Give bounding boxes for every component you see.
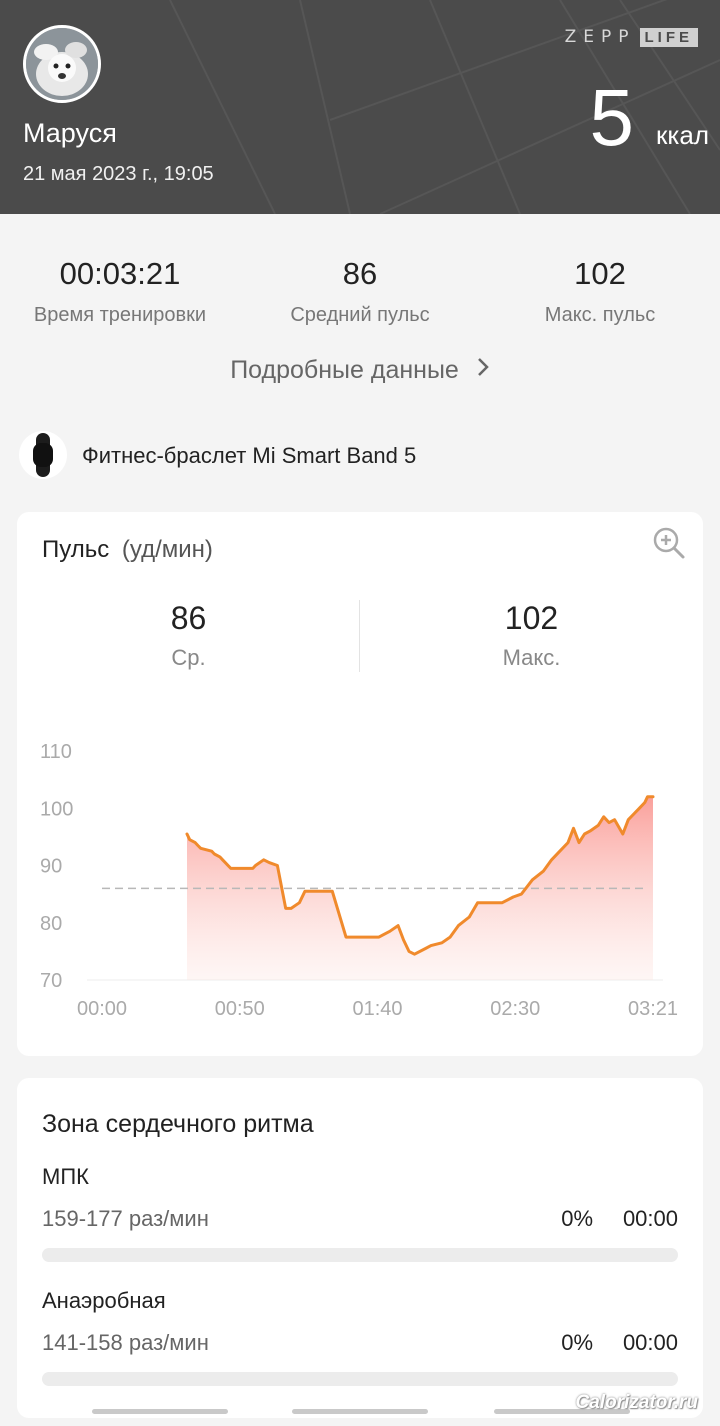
heart-zones-card: Зона сердечного ритма МПК 159-177 раз/ми… — [17, 1078, 703, 1418]
zone-bar — [42, 1248, 678, 1262]
calories-value: 5 — [589, 73, 635, 162]
chevron-right-icon — [476, 356, 490, 385]
y-tick-label: 110 — [40, 741, 72, 763]
x-tick-label: 00:50 — [215, 998, 265, 1020]
zone-percent: 0% — [561, 1206, 593, 1231]
y-tick-label: 100 — [40, 798, 73, 820]
calories-unit: ккал — [656, 120, 709, 150]
zone-bar — [42, 1372, 678, 1386]
nav-indicator-1 — [92, 1409, 228, 1414]
details-link[interactable]: Подробные данные — [0, 356, 720, 385]
watermark: Calorizator.ru — [575, 1392, 698, 1413]
zone-vo2max[interactable]: МПК 159-177 раз/мин 0% 00:00 — [42, 1164, 678, 1262]
workout-header: Маруся 21 мая 2023 г., 19:05 ZEPP LIFE 5… — [0, 0, 720, 214]
y-tick-label: 70 — [40, 970, 62, 992]
nav-indicator-2 — [292, 1409, 428, 1414]
stat-duration-value: 00:03:21 — [59, 256, 181, 291]
zone-time: 00:00 — [622, 1206, 678, 1231]
stat-avg-hr-value: 86 — [342, 256, 378, 291]
stat-max-hr-value: 102 — [574, 256, 626, 291]
dog-avatar-icon — [26, 28, 98, 100]
x-tick-label: 00:00 — [77, 998, 127, 1020]
x-tick-label: 01:40 — [352, 998, 402, 1020]
band-icon — [19, 431, 67, 479]
zones-title: Зона сердечного ритма — [42, 1110, 314, 1138]
stat-duration: 00:03:21 Время тренировки — [0, 256, 240, 327]
x-tick-label: 03:21 — [628, 998, 678, 1020]
user-name: Маруся — [23, 118, 117, 148]
stat-max-hr: 102 Макс. пульс — [480, 256, 720, 327]
device-name: Фитнес-браслет Mi Smart Band 5 — [82, 443, 417, 468]
brand-left: ZEPP — [564, 27, 636, 47]
details-link-label: Подробные данные — [230, 356, 459, 384]
avatar[interactable] — [23, 25, 101, 103]
y-tick-label: 90 — [40, 856, 62, 878]
workout-date: 21 мая 2023 г., 19:05 — [23, 163, 214, 185]
x-tick-label: 02:30 — [490, 998, 540, 1020]
zone-name: МПК — [42, 1164, 89, 1189]
y-tick-label: 80 — [40, 913, 62, 935]
heart-rate-chart[interactable]: 110 100 90 80 70 00:00 00:50 01:40 02:30 03:21 — [17, 512, 703, 1056]
zone-anaerobic[interactable]: Анаэробная 141-158 раз/мин 0% 00:00 — [42, 1288, 678, 1386]
zone-time: 00:00 — [622, 1330, 678, 1355]
stat-duration-label: Время тренировки — [33, 304, 207, 326]
zepp-life-logo: ZEPP LIFE — [565, 27, 698, 47]
zone-percent: 0% — [561, 1330, 593, 1355]
brand-right: LIFE — [639, 27, 698, 47]
zone-name: Анаэробная — [42, 1288, 166, 1313]
heart-rate-card: Пульс (уд/мин) 86 Ср. 102 Макс. 110 100 90… — [17, 512, 703, 1056]
stat-max-hr-label: Макс. пульс — [544, 304, 656, 326]
stat-avg-hr-label: Средний пульс — [290, 304, 430, 326]
stat-avg-hr: 86 Средний пульс — [240, 256, 480, 327]
